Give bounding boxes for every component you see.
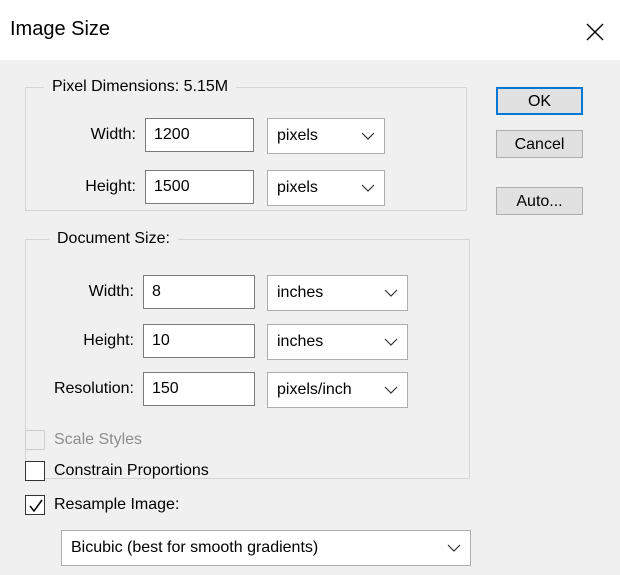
pixel-width-label: Width:: [90, 126, 136, 143]
chevron-down-icon: [384, 289, 398, 297]
pixel-width-unit-select[interactable]: pixels: [267, 118, 385, 154]
doc-height-unit-select[interactable]: inches: [267, 324, 408, 360]
chevron-down-icon: [384, 338, 398, 346]
resolution-label: Resolution:: [53, 380, 134, 397]
resolution-unit-value: pixels/inch: [277, 381, 352, 398]
cancel-button[interactable]: Cancel: [496, 130, 583, 158]
resample-image-checkbox[interactable]: [25, 495, 45, 515]
pixel-height-label: Height:: [85, 178, 136, 195]
resample-method-value: Bicubic (best for smooth gradients): [71, 539, 319, 556]
pixel-dimensions-legend: Pixel Dimensions: 5.15M: [44, 78, 237, 96]
document-size-legend: Document Size:: [49, 230, 178, 248]
chevron-down-icon: [361, 132, 375, 140]
pixel-height-unit-value: pixels: [277, 179, 318, 196]
pixel-height-input[interactable]: 1500: [145, 170, 254, 204]
doc-height-unit-value: inches: [277, 333, 324, 350]
pixel-width-input[interactable]: 1200: [145, 118, 254, 152]
doc-width-label: Width:: [88, 283, 134, 300]
dialog-title: Image Size: [10, 18, 111, 40]
auto-button[interactable]: Auto...: [496, 187, 583, 215]
scale-styles-checkbox: [25, 430, 45, 450]
doc-width-input[interactable]: 8: [143, 275, 255, 309]
chevron-down-icon: [361, 184, 375, 192]
resolution-unit-select[interactable]: pixels/inch: [267, 372, 408, 408]
checkmark-icon: [29, 499, 43, 513]
doc-height-label: Height:: [83, 332, 134, 349]
dialog-body: Pixel Dimensions: 5.15M Width: 1200 pixe…: [0, 60, 620, 575]
chevron-down-icon: [447, 544, 461, 552]
pixel-height-unit-select[interactable]: pixels: [267, 170, 385, 206]
resample-image-label[interactable]: Resample Image:: [54, 496, 179, 514]
resolution-input[interactable]: 150: [143, 372, 255, 406]
constrain-proportions-label[interactable]: Constrain Proportions: [54, 462, 209, 480]
ok-button[interactable]: OK: [496, 87, 583, 115]
doc-height-input[interactable]: 10: [143, 324, 255, 358]
close-icon[interactable]: [581, 18, 609, 46]
doc-width-unit-value: inches: [277, 284, 324, 301]
scale-styles-label: Scale Styles: [54, 431, 143, 448]
constrain-proportions-checkbox[interactable]: [25, 461, 45, 481]
pixel-width-unit-value: pixels: [277, 127, 318, 144]
resample-method-select[interactable]: Bicubic (best for smooth gradients): [61, 530, 471, 566]
doc-width-unit-select[interactable]: inches: [267, 275, 408, 311]
chevron-down-icon: [384, 386, 398, 394]
